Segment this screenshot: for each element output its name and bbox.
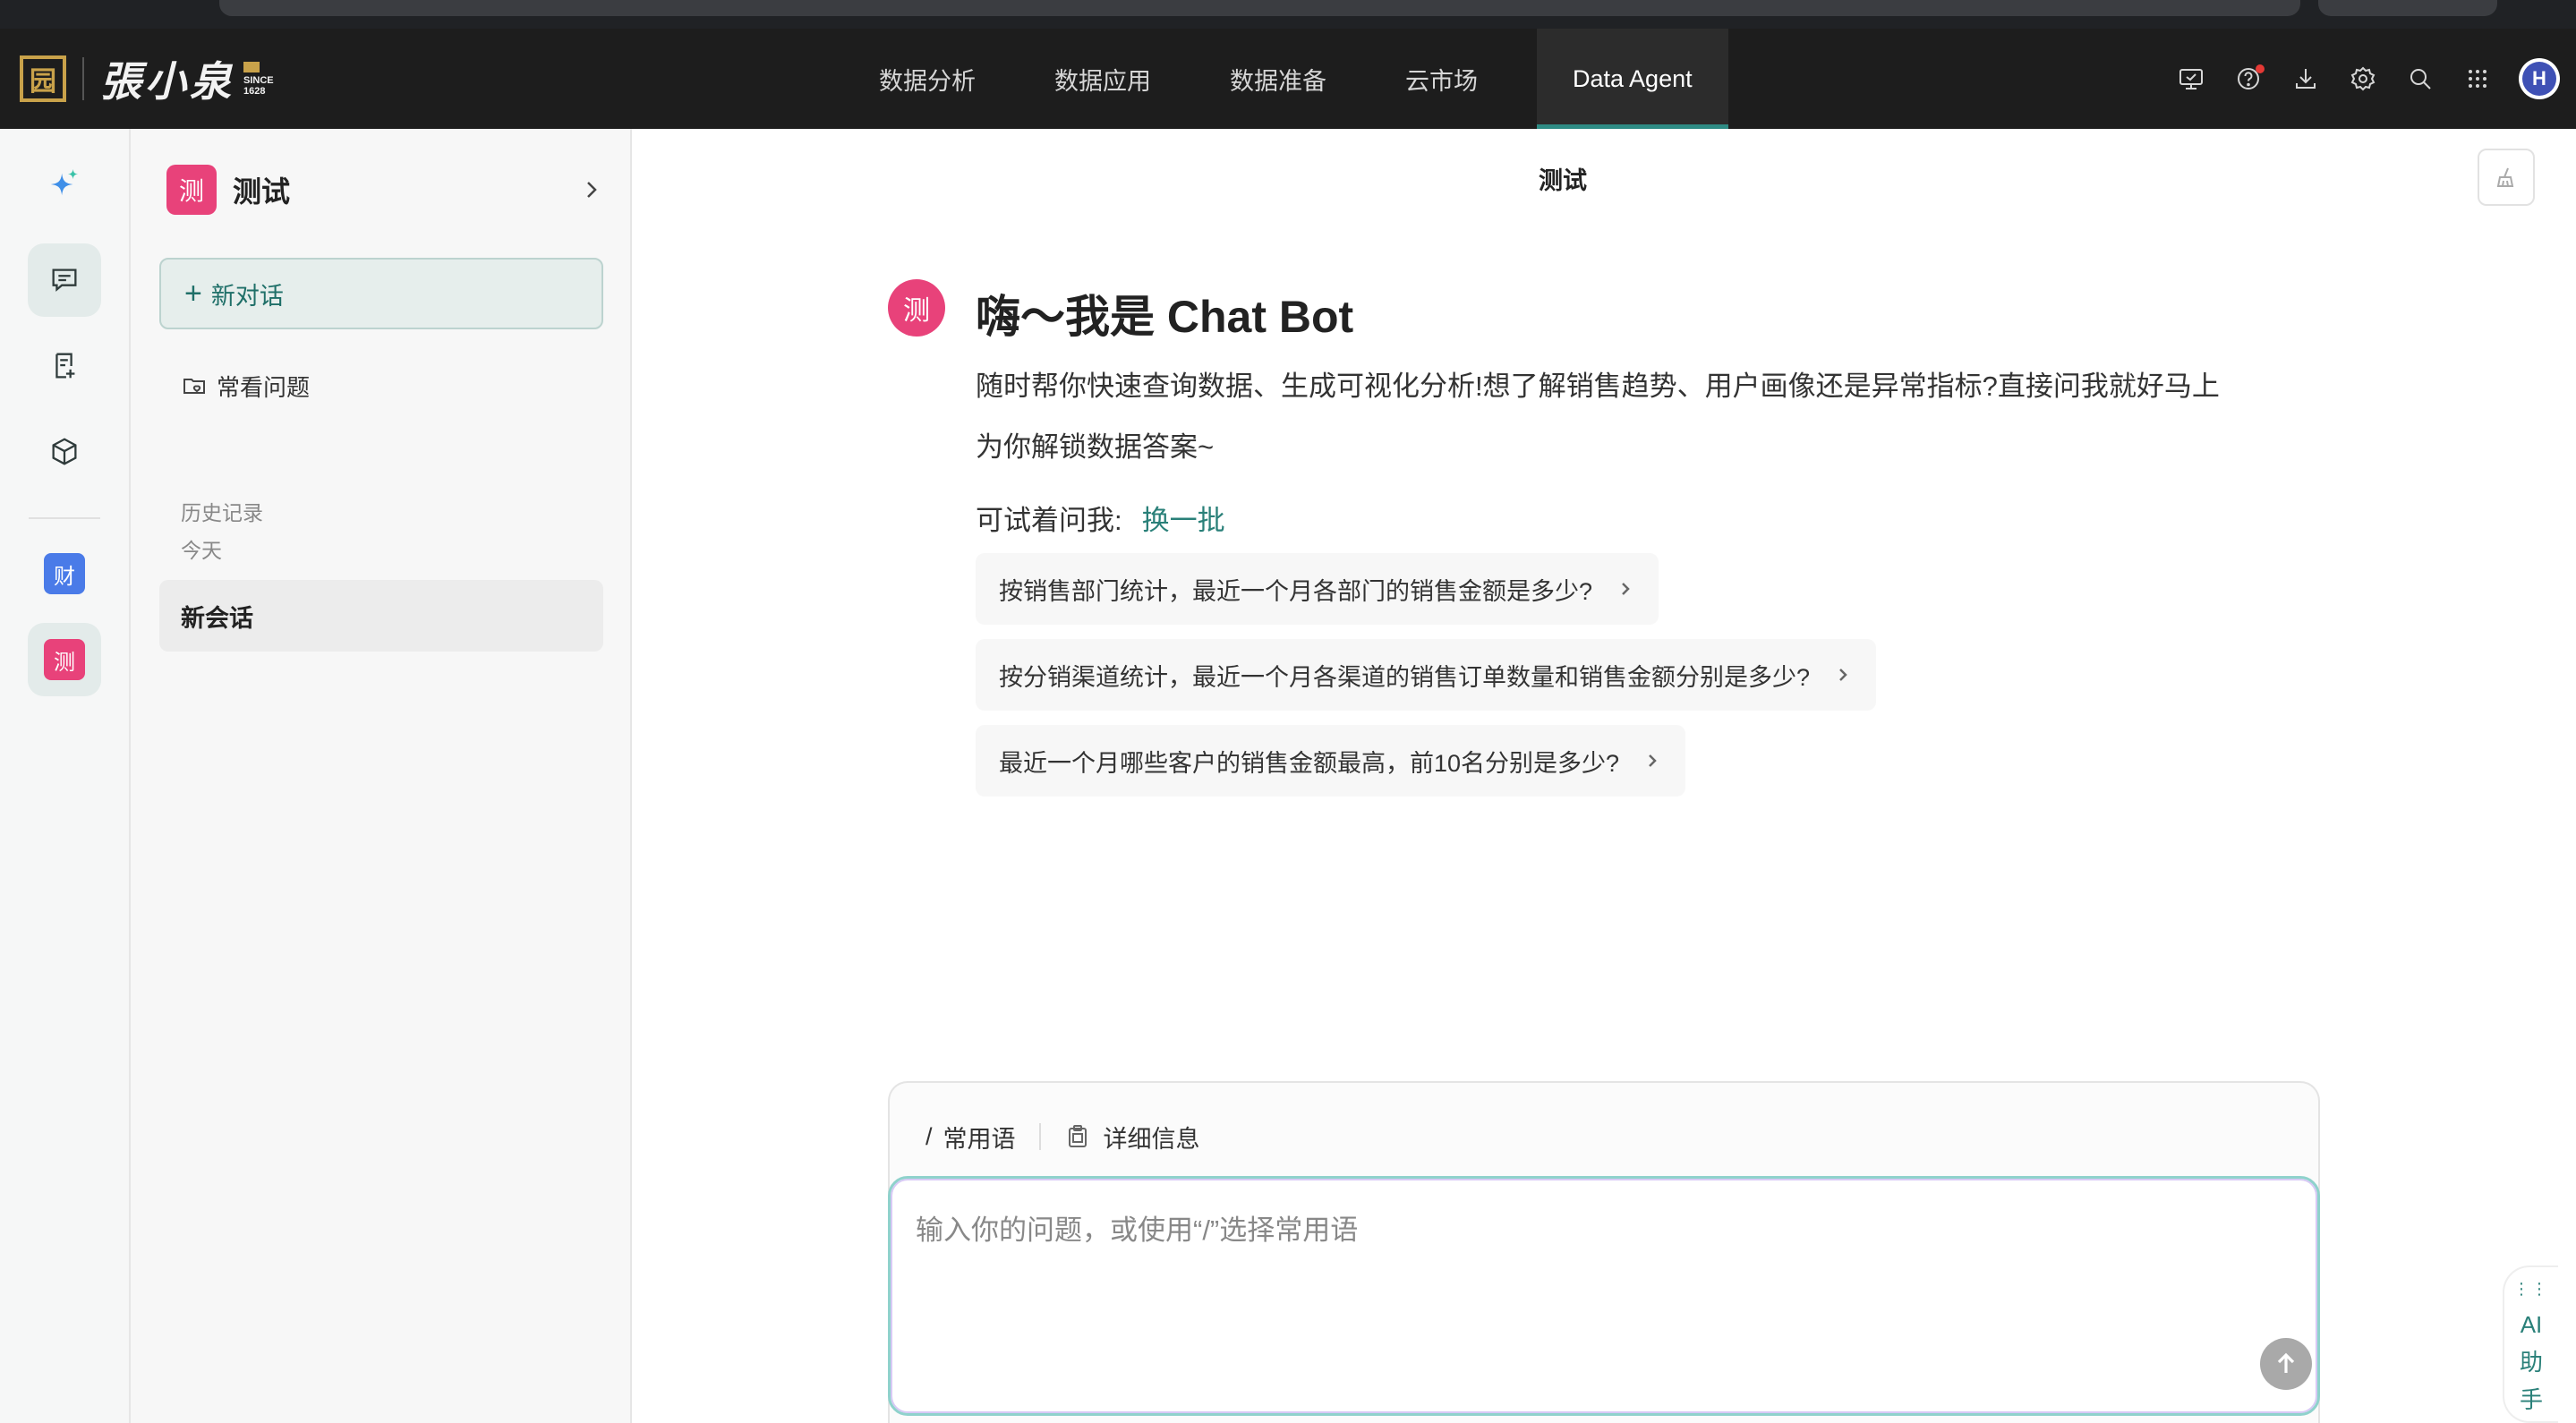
nav-item-data-analysis[interactable]: 数据分析 (859, 29, 995, 129)
new-chat-button[interactable]: + 新对话 (159, 258, 603, 329)
broom-icon (2496, 167, 2514, 187)
details-button[interactable]: 详细信息 (1064, 1120, 1200, 1155)
top-navigation-bar: 园 張小泉 SINCE 1628 数据分析 数据应用 数据准备 云市场 Data… (0, 29, 2576, 129)
chat-title: 测试 (1539, 167, 1587, 194)
bot-avatar: 测 (166, 165, 217, 215)
try-asking-label: 可试着问我: (976, 505, 1122, 536)
question-input-box (888, 1176, 2320, 1416)
suggestion-text: 按销售部门统计，最近一个月各部门的销售金额是多少? (999, 577, 1593, 605)
user-avatar-letter: H (2522, 62, 2556, 96)
ai-assistant-char: 手 (2519, 1386, 2543, 1413)
today-section-label: 今天 (181, 539, 222, 562)
suggestion-text: 最近一个月哪些客户的销售金额最高，前10名分别是多少? (999, 749, 1620, 777)
ai-assistant-char: 助 (2519, 1349, 2543, 1376)
browser-chrome (0, 0, 2576, 29)
rail-report-icon[interactable] (28, 329, 101, 403)
brand-name: 張小泉 (100, 57, 235, 106)
main-nav: 数据分析 数据应用 数据准备 云市场 Data Agent (859, 29, 1728, 129)
plus-icon: + (184, 276, 202, 311)
ai-sparkle-icon[interactable] (28, 147, 101, 220)
left-icon-rail: 财 测 (0, 129, 131, 1423)
bot-header[interactable]: 测 测试 (166, 165, 605, 215)
notification-dot (2256, 64, 2265, 73)
logo-seal-icon: 园 (20, 55, 66, 102)
rail-chat-icon[interactable] (28, 243, 101, 317)
top-icon-group: H (2162, 29, 2560, 129)
history-section-label: 历史记录 (181, 501, 263, 524)
send-button[interactable] (2260, 1338, 2312, 1390)
user-avatar[interactable]: H (2519, 58, 2560, 99)
details-label: 详细信息 (1103, 1125, 1200, 1153)
conversation-sidebar: 测 测试 + 新对话 常看问题 历史记录 今天 新会话 (131, 129, 632, 1423)
common-phrases-button[interactable]: / 常用语 (925, 1120, 1016, 1155)
suggestion-chip[interactable]: 最近一个月哪些客户的销售金额最高，前10名分别是多少? (976, 725, 1686, 797)
bot-badge-finance: 财 (44, 553, 85, 594)
toolbar-divider (1038, 1123, 1041, 1150)
brand-logo[interactable]: 园 張小泉 SINCE 1628 (20, 52, 274, 106)
refresh-suggestions-link[interactable]: 换一批 (1142, 498, 1225, 538)
gear-icon[interactable] (2334, 50, 2392, 107)
try-asking-row: 可试着问我: 换一批 (976, 498, 1225, 538)
nav-item-data-apps[interactable]: 数据应用 (1035, 29, 1171, 129)
bot-avatar-large: 测 (888, 279, 945, 337)
chevron-right-icon (1649, 754, 1657, 767)
composer-toolbar: / 常用语 详细信息 (925, 1119, 1200, 1155)
nav-item-data-agent[interactable]: Data Agent (1537, 29, 1728, 129)
nav-item-data-prep[interactable]: 数据准备 (1210, 29, 1346, 129)
rail-divider (29, 517, 100, 519)
apps-grid-icon[interactable] (2449, 50, 2506, 107)
browser-extension-area[interactable] (2318, 0, 2497, 16)
folder-heart-icon (183, 379, 205, 394)
question-input[interactable] (916, 1207, 2258, 1359)
bot-name: 测试 (233, 175, 291, 208)
rail-cube-icon[interactable] (28, 415, 101, 489)
slash-icon: / (925, 1122, 933, 1150)
clipboard-icon (1068, 1125, 1087, 1147)
rail-bot-finance[interactable]: 财 (28, 537, 101, 610)
ai-assistant-char: AI (2520, 1311, 2543, 1338)
suggestion-chip[interactable]: 按销售部门统计，最近一个月各部门的销售金额是多少? (976, 553, 1659, 625)
download-icon[interactable] (2277, 50, 2334, 107)
search-icon[interactable] (2392, 50, 2449, 107)
monitor-icon[interactable] (2162, 50, 2220, 107)
logo-mark-icon (243, 61, 260, 72)
suggestion-chip[interactable]: 按分销渠道统计，最近一个月各渠道的销售订单数量和销售金额分别是多少? (976, 639, 1877, 711)
welcome-title: 嗨～我是 Chat Bot (976, 292, 1354, 342)
chat-main-area: 测试 测 嗨～我是 Chat Bot 随时帮你快速查询数据、生成可视化分析!想了… (632, 129, 2576, 1423)
message-composer: / 常用语 详细信息 (888, 1081, 2320, 1423)
clear-chat-button[interactable] (2478, 149, 2535, 206)
bot-badge-test: 测 (44, 639, 85, 680)
session-item[interactable]: 新会话 (159, 580, 603, 652)
chevron-right-icon[interactable] (578, 176, 605, 203)
chevron-right-icon (1839, 669, 1847, 681)
browser-address-bar[interactable] (219, 0, 2300, 16)
new-chat-label: 新对话 (210, 282, 284, 310)
rail-bot-test[interactable]: 测 (28, 623, 101, 696)
faq-label: 常看问题 (217, 373, 311, 401)
ai-assistant-tab[interactable]: ⋮⋮ AI 助 手 (2503, 1265, 2558, 1423)
drag-handle-icon[interactable]: ⋮⋮ (2513, 1280, 2549, 1299)
brand-since-year: 1628 (243, 85, 266, 97)
nav-item-cloud-market[interactable]: 云市场 (1386, 29, 1497, 129)
brand-since: SINCE 1628 (243, 61, 274, 97)
faq-link[interactable]: 常看问题 (181, 363, 310, 408)
chevron-right-icon (1622, 583, 1630, 595)
brand-since-label: SINCE (243, 74, 274, 86)
arrow-up-icon (2277, 1352, 2295, 1373)
logo-divider (82, 57, 84, 100)
suggestion-text: 按分销渠道统计，最近一个月各渠道的销售订单数量和销售金额分别是多少? (999, 663, 1811, 691)
common-phrases-label: 常用语 (943, 1125, 1016, 1153)
help-icon[interactable] (2220, 50, 2277, 107)
welcome-description: 随时帮你快速查询数据、生成可视化分析!想了解销售趋势、用户画像还是异常指标?直接… (976, 371, 2220, 463)
